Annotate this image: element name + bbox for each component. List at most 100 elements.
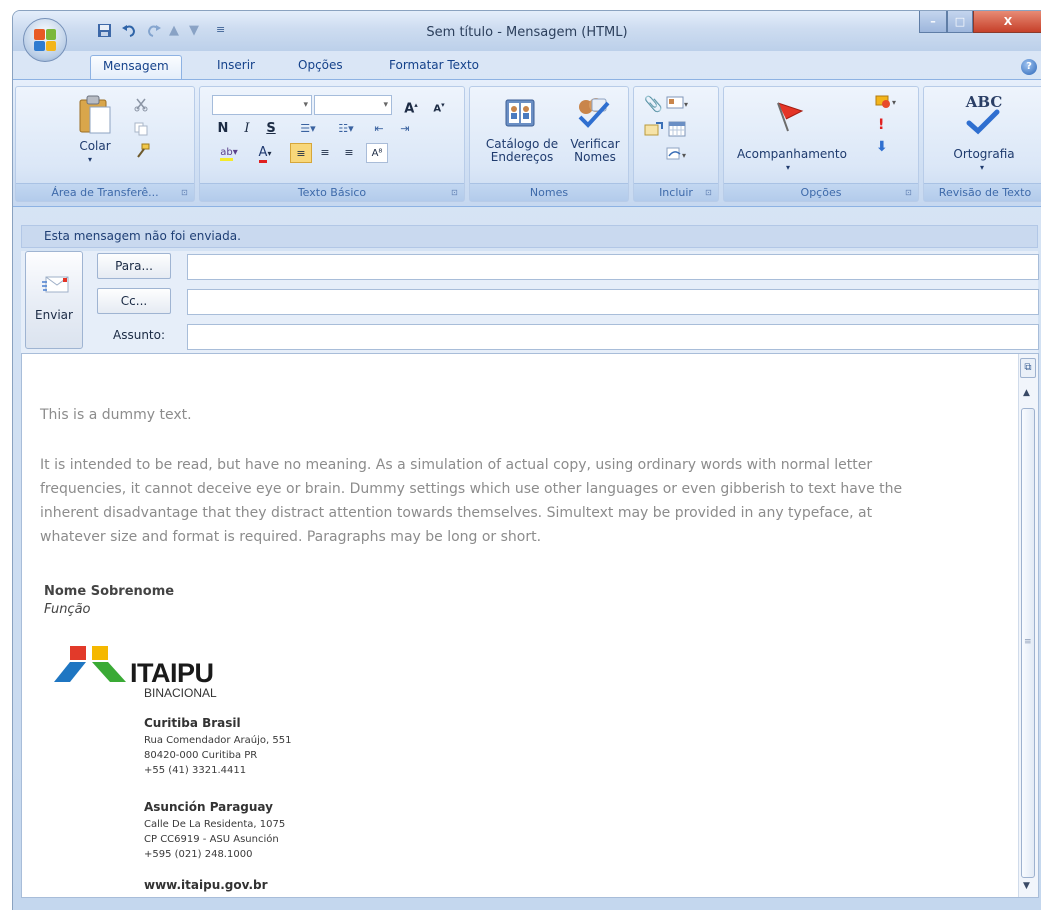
basic-text-launcher-icon[interactable]: ⊡ xyxy=(451,188,461,198)
group-clipboard: Colar ▾ Área de Transferê... ⊡ xyxy=(15,86,195,202)
spelling-check-icon[interactable] xyxy=(966,109,1000,139)
categorize-icon[interactable]: ▾ xyxy=(874,93,902,113)
scroll-down-icon[interactable]: ▼ xyxy=(1023,881,1030,891)
office-asuncion: Asunción Paraguay Calle De La Residenta,… xyxy=(144,798,285,862)
tab-opcoes[interactable]: Opções xyxy=(298,58,343,72)
tab-mensagem[interactable]: Mensagem xyxy=(90,55,182,80)
body-paragraph-line-4: whatever size and format is required. Pa… xyxy=(40,529,542,545)
subject-field[interactable] xyxy=(187,324,1039,350)
office-curitiba: Curitiba Brasil Rua Comendador Araújo, 5… xyxy=(144,714,291,778)
shrink-font-button[interactable]: A▾ xyxy=(428,95,450,115)
spelling-label[interactable]: Ortografia xyxy=(938,147,1030,161)
spelling-dropdown-icon[interactable]: ▾ xyxy=(980,161,984,175)
bullets-button[interactable]: ☰▾ xyxy=(290,119,326,139)
address-book-label-1[interactable]: Catálogo de xyxy=(474,137,570,151)
svg-text:▾: ▾ xyxy=(892,98,896,107)
itaipu-logo-icon xyxy=(54,646,126,682)
help-icon[interactable]: ? xyxy=(1021,59,1037,75)
tab-inserir[interactable]: Inserir xyxy=(217,58,255,72)
address-book-icon[interactable] xyxy=(504,97,536,133)
minimize-button[interactable]: – xyxy=(919,11,947,33)
follow-up-label[interactable]: Acompanhamento xyxy=(730,147,854,161)
signature-role: Função xyxy=(44,602,91,617)
group-names: Catálogo de Endereços Verificar Nomes No… xyxy=(469,86,629,202)
website-link[interactable]: www.itaipu.gov.br xyxy=(144,878,268,892)
shrink-font-icon: A xyxy=(433,103,442,115)
clipboard-label-text: Área de Transferê... xyxy=(51,186,159,199)
scrollbar-thumb[interactable]: ≡ xyxy=(1021,408,1035,878)
check-names-label-1[interactable]: Verificar xyxy=(566,137,624,151)
body-paragraph-line-1: It is intended to be read, but have no m… xyxy=(40,457,873,473)
format-painter-icon[interactable] xyxy=(134,143,150,163)
follow-up-dropdown-icon[interactable]: ▾ xyxy=(786,161,790,175)
send-envelope-icon xyxy=(42,274,70,300)
itaipu-logo-name: ITAIPU xyxy=(130,658,214,688)
maximize-button[interactable]: □ xyxy=(947,11,973,33)
decrease-indent-icon[interactable]: ⇤ xyxy=(368,119,390,139)
paste-dropdown-icon[interactable]: ▾ xyxy=(88,153,92,167)
font-color-button[interactable]: A▾ xyxy=(248,143,282,163)
office-button[interactable] xyxy=(23,18,67,62)
bold-button[interactable]: N xyxy=(212,119,234,139)
body-line-1: This is a dummy text. xyxy=(40,407,192,423)
clipboard-launcher-icon[interactable]: ⊡ xyxy=(181,188,191,198)
business-card-icon[interactable]: ▾ xyxy=(666,95,690,115)
subject-label: Assunto: xyxy=(113,328,166,342)
include-label-text: Incluir xyxy=(659,186,693,199)
italic-button[interactable]: I xyxy=(236,119,258,139)
minimize-icon: – xyxy=(930,15,936,28)
ruler-toggle-icon[interactable]: ⧉ xyxy=(1020,358,1036,378)
align-left-icon[interactable]: ≡ xyxy=(290,143,312,163)
check-names-icon[interactable] xyxy=(574,95,610,133)
font-size-dropdown[interactable]: ▾ xyxy=(314,95,392,115)
scroll-up-icon[interactable]: ▲ xyxy=(1023,388,1030,398)
attach-item-icon[interactable] xyxy=(644,121,664,141)
vertical-scrollbar[interactable]: ⧉ ▲ ≡ ▼ xyxy=(1018,354,1038,897)
increase-indent-icon[interactable]: ⇥ xyxy=(394,119,416,139)
high-importance-icon[interactable]: ! xyxy=(878,117,884,133)
send-label: Enviar xyxy=(35,308,73,322)
group-clipboard-label: Área de Transferê... xyxy=(16,183,194,201)
include-launcher-icon[interactable]: ⊡ xyxy=(705,188,715,198)
address-book-label-2[interactable]: Endereços xyxy=(474,150,570,164)
paste-icon[interactable] xyxy=(78,95,112,139)
low-importance-icon[interactable]: ⬇ xyxy=(876,139,888,155)
body-paragraph-line-3: inherent disadvantage that they distract… xyxy=(40,505,873,521)
office-logo-icon xyxy=(34,29,56,51)
signature-icon[interactable]: ▾ xyxy=(666,145,690,165)
cc-button[interactable]: Cc... xyxy=(97,288,171,314)
message-body[interactable]: This is a dummy text. It is intended to … xyxy=(21,353,1039,898)
font-name-dropdown[interactable]: ▾ xyxy=(212,95,312,115)
cut-icon[interactable] xyxy=(134,97,148,116)
styles-icon[interactable]: A⁸ xyxy=(366,143,388,163)
underline-button[interactable]: S xyxy=(260,119,282,139)
cc-field[interactable] xyxy=(187,289,1039,315)
follow-up-flag-icon[interactable] xyxy=(772,99,808,137)
calendar-icon[interactable] xyxy=(668,121,686,141)
align-right-icon[interactable]: ≡ xyxy=(338,143,360,163)
group-include: 📎 ▾ ▾ Incluir ⊡ xyxy=(633,86,719,202)
group-proofing-label: Revisão de Texto xyxy=(924,183,1041,201)
copy-icon[interactable] xyxy=(134,121,148,140)
attach-file-icon[interactable]: 📎 xyxy=(644,95,663,113)
close-icon: X xyxy=(1003,15,1013,28)
send-button[interactable]: Enviar xyxy=(25,251,83,349)
close-button[interactable]: X xyxy=(973,11,1041,33)
to-button[interactable]: Para... xyxy=(97,253,171,279)
numbering-button[interactable]: ☷▾ xyxy=(328,119,364,139)
window-title: Sem título - Mensagem (HTML) xyxy=(426,25,628,40)
tab-formatar-texto[interactable]: Formatar Texto xyxy=(389,58,479,72)
paste-label[interactable]: Colar xyxy=(78,139,112,153)
highlight-button[interactable]: ab▾ xyxy=(212,143,246,163)
check-names-label-2[interactable]: Nomes xyxy=(566,150,624,164)
options-launcher-icon[interactable]: ⊡ xyxy=(905,188,915,198)
grow-font-button[interactable]: A▴ xyxy=(400,95,422,117)
grow-font-icon: A xyxy=(404,101,415,117)
office-asuncion-street: Calle De La Residenta, 1075 xyxy=(144,819,286,830)
spelling-abc-icon[interactable]: ABC xyxy=(954,95,1014,110)
itaipu-logo-subtitle: BINACIONAL xyxy=(144,686,217,700)
group-basic-text: ▾ ▾ A▴ A▾ N I S ☰▾ ☷▾ ⇤ ⇥ ab▾ A▾ ≡ ≡ ≡ A… xyxy=(199,86,465,202)
to-field[interactable] xyxy=(187,254,1039,280)
align-center-icon[interactable]: ≡ xyxy=(314,143,336,163)
body-paragraph-line-2: frequencies, it cannot deceive eye or br… xyxy=(40,481,903,497)
